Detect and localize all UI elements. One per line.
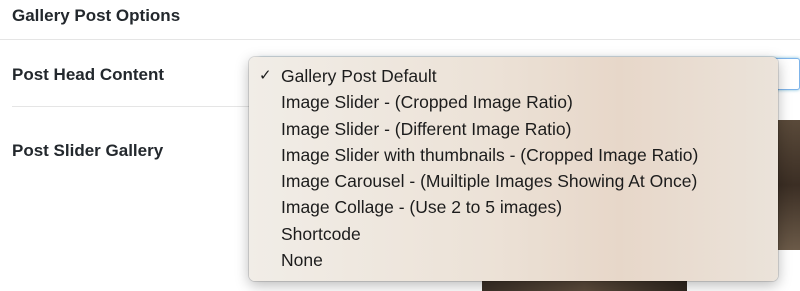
post-slider-gallery-label: Post Slider Gallery	[12, 141, 164, 160]
post-head-content-label: Post Head Content	[12, 65, 165, 84]
dropdown-option[interactable]: Image Slider with thumbnails - (Cropped …	[249, 142, 778, 168]
dropdown-option[interactable]: Image Carousel - (Muiltiple Images Showi…	[249, 168, 778, 194]
option-label: Image Slider with thumbnails - (Cropped …	[281, 144, 699, 165]
option-label: Image Carousel - (Muiltiple Images Showi…	[281, 171, 698, 192]
post-head-content-dropdown-menu[interactable]: ✓ Gallery Post Default Image Slider - (C…	[249, 57, 778, 281]
dropdown-option[interactable]: Image Slider - (Different Image Ratio)	[249, 116, 778, 142]
panel-title: Gallery Post Options	[12, 6, 181, 25]
dropdown-option[interactable]: ✓ Gallery Post Default	[249, 63, 778, 89]
dropdown-option[interactable]: None	[249, 247, 778, 273]
option-label: Image Slider - (Cropped Image Ratio)	[281, 92, 573, 113]
dropdown-option[interactable]: Shortcode	[249, 221, 778, 247]
option-label: Image Collage - (Use 2 to 5 images)	[281, 197, 563, 218]
divider	[0, 39, 800, 40]
dropdown-option[interactable]: Image Collage - (Use 2 to 5 images)	[249, 194, 778, 220]
divider	[12, 106, 252, 107]
option-label: None	[281, 250, 323, 271]
checkmark-icon: ✓	[259, 67, 272, 84]
option-label: Gallery Post Default	[281, 66, 437, 86]
option-label: Image Slider - (Different Image Ratio)	[281, 118, 572, 139]
dropdown-option[interactable]: Image Slider - (Cropped Image Ratio)	[249, 89, 778, 115]
option-label: Shortcode	[281, 223, 361, 244]
